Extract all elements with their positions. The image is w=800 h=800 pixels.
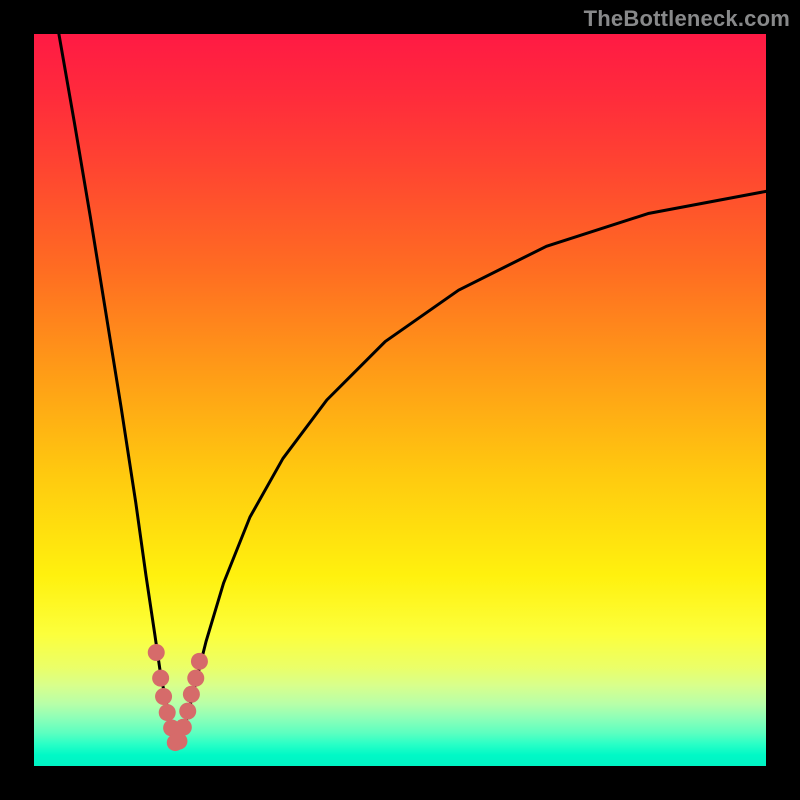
marker-dot <box>179 703 196 720</box>
marker-dot <box>187 670 204 687</box>
marker-points <box>148 644 208 751</box>
curve-path <box>59 34 766 748</box>
curve-layer <box>34 34 766 766</box>
marker-dot <box>183 686 200 703</box>
marker-dot <box>155 688 172 705</box>
marker-dot <box>191 653 208 670</box>
bottleneck-curve <box>59 34 766 748</box>
marker-dot <box>152 670 169 687</box>
plot-area <box>34 34 766 766</box>
watermark-text: TheBottleneck.com <box>584 6 790 32</box>
marker-dot <box>175 719 192 736</box>
chart-container: TheBottleneck.com <box>0 0 800 800</box>
marker-dot <box>159 704 176 721</box>
marker-dot <box>148 644 165 661</box>
